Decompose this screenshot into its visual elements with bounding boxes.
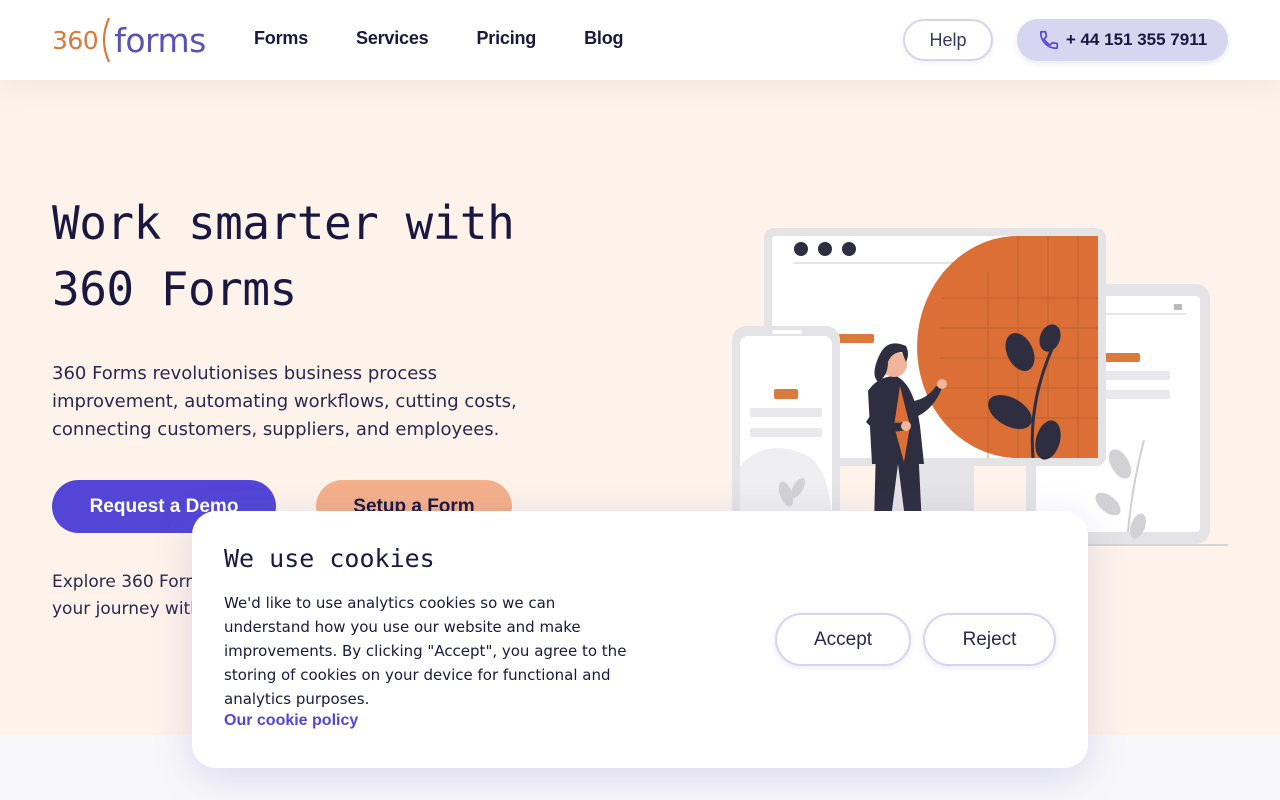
help-button[interactable]: Help [903, 19, 993, 61]
nav-blog[interactable]: Blog [584, 28, 623, 49]
main-nav: Forms Services Pricing Blog [254, 28, 624, 49]
logo-paren-icon [103, 17, 111, 63]
hero-title-line2: 360 Forms [52, 262, 297, 316]
cookie-text: We'd like to use analytics cookies so we… [224, 594, 627, 708]
nav-forms[interactable]: Forms [254, 28, 308, 49]
nav-pricing[interactable]: Pricing [476, 28, 536, 49]
phone-number: + 44 151 355 7911 [1065, 30, 1208, 49]
hero-title: Work smarter with 360 Forms [52, 190, 652, 322]
explore-line1: Explore 360 Forms [52, 572, 202, 592]
hero-title-line1: Work smarter with [52, 196, 515, 250]
explore-text: Explore 360 Forms your journey with [52, 569, 202, 625]
cookie-policy-link[interactable]: Our cookie policy [224, 712, 358, 730]
phone-button[interactable]: + 44 151 355 7911 [1017, 19, 1228, 61]
nav-services[interactable]: Services [356, 28, 429, 49]
logo-number: 360 [52, 25, 99, 55]
site-header: 360 forms Forms Services Pricing Blog He… [0, 0, 1280, 80]
logo[interactable]: 360 forms [52, 14, 206, 66]
hero-description: 360 Forms revolutionises business proces… [52, 363, 517, 440]
cookie-banner: We use cookies We'd like to use analytic… [192, 511, 1088, 768]
phone-icon [1039, 30, 1058, 50]
reject-cookies-button[interactable]: Reject [923, 613, 1056, 666]
logo-word: forms [114, 20, 206, 60]
hero-illustration [728, 228, 1228, 546]
cookie-title: We use cookies [224, 544, 435, 573]
accept-cookies-button[interactable]: Accept [775, 613, 911, 666]
explore-line2: your journey with [52, 599, 201, 619]
